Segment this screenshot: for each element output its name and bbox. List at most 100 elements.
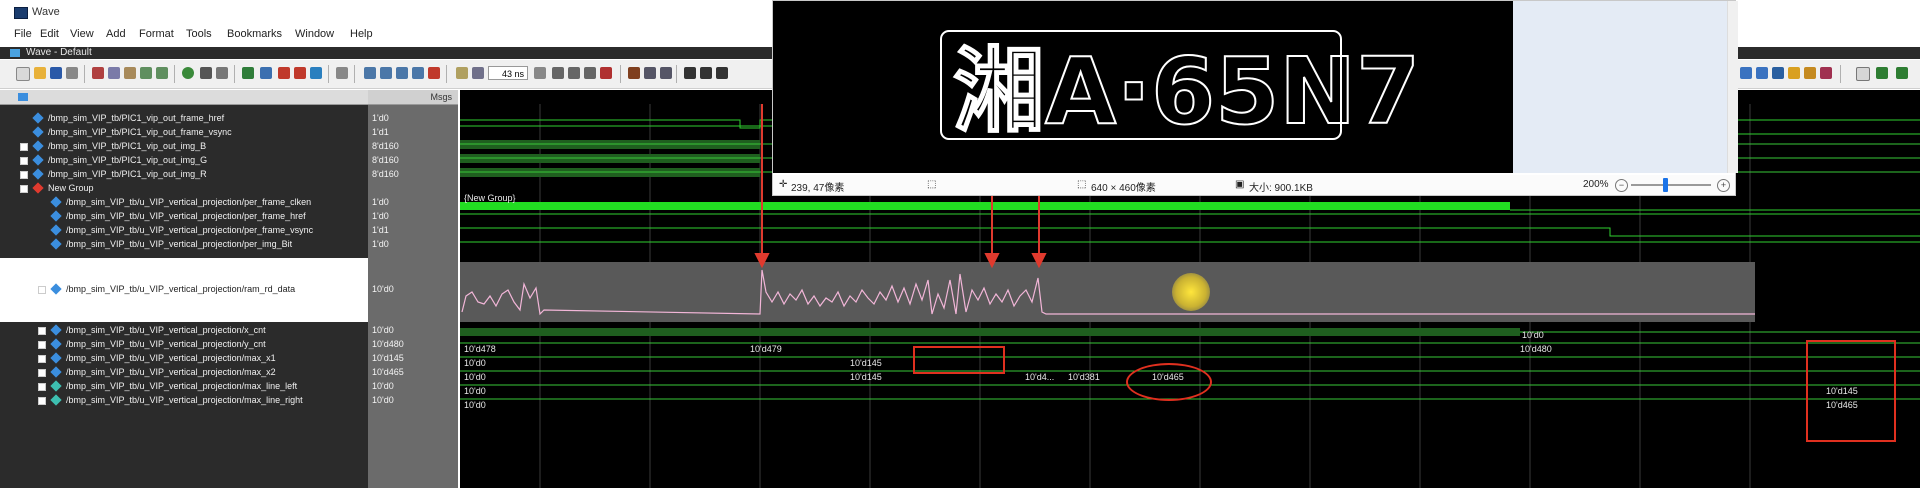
signal-value: 10'd465 [372, 367, 404, 377]
signal-row[interactable]: /bmp_sim_VIP_tb/PIC1_vip_out_frame_vsync [0, 126, 368, 140]
signal-row[interactable]: /bmp_sim_VIP_tb/u_VIP_vertical_projectio… [0, 366, 368, 380]
zoom-in-right-icon[interactable] [1756, 67, 1768, 79]
expand-icon[interactable] [20, 171, 28, 179]
zoom-last-icon[interactable] [1820, 67, 1832, 79]
break-icon[interactable] [428, 67, 440, 79]
print-icon[interactable] [66, 67, 78, 79]
copy-icon[interactable] [108, 67, 120, 79]
layout-2-icon[interactable] [568, 67, 580, 79]
signal-row[interactable]: /bmp_sim_VIP_tb/u_VIP_vertical_projectio… [0, 352, 368, 366]
max-x1-label: 10'd0 [464, 358, 486, 368]
bookmark-icon[interactable] [628, 67, 640, 79]
expand-icon[interactable] [38, 286, 46, 294]
expand-icon[interactable] [20, 157, 28, 165]
collapse-icon[interactable] [20, 185, 28, 193]
signal-name: /bmp_sim_VIP_tb/PIC1_vip_out_img_R [48, 169, 207, 179]
cursor-lock-icon[interactable] [1876, 67, 1888, 79]
hand-icon[interactable] [660, 67, 672, 79]
menu-add[interactable]: Add [106, 28, 126, 40]
zoom-slider-track[interactable] [1631, 184, 1711, 186]
expand-icon[interactable] [20, 143, 28, 151]
signal-row[interactable]: /bmp_sim_VIP_tb/u_VIP_vertical_projectio… [0, 324, 368, 338]
save-icon[interactable] [50, 67, 62, 79]
run-icon[interactable] [182, 67, 194, 79]
measure-icon[interactable] [716, 67, 728, 79]
zoom-slider-thumb[interactable] [1663, 178, 1668, 192]
max-x1-label: 10'd145 [850, 358, 882, 368]
select-icon[interactable] [684, 67, 696, 79]
spin-icon[interactable] [534, 67, 546, 79]
group-row[interactable]: New Group [0, 182, 368, 196]
viewer-scrollbar[interactable] [1727, 1, 1738, 173]
menu-window[interactable]: Window [295, 28, 334, 40]
zoom-out-icon[interactable] [396, 67, 408, 79]
up-arrow-icon[interactable] [278, 67, 290, 79]
format-icon[interactable] [216, 67, 228, 79]
image-viewer-window[interactable]: 湘A·65N7 ✛ 239, 47像素 ⬚ ⬚ 640 × 460像素 ▣ 大小… [772, 0, 1738, 196]
signal-row[interactable]: /bmp_sim_VIP_tb/PIC1_vip_out_img_B [0, 140, 368, 154]
new-icon[interactable] [16, 67, 30, 81]
signal-row[interactable]: /bmp_sim_VIP_tb/u_VIP_vertical_projectio… [0, 196, 368, 210]
layout-3-icon[interactable] [584, 67, 596, 79]
zoom-in-button[interactable]: + [1717, 179, 1730, 192]
expand-icon[interactable] [38, 397, 46, 405]
restart-icon[interactable] [456, 67, 468, 79]
menu-bookmarks[interactable]: Bookmarks [227, 28, 282, 40]
zoom-fit-icon[interactable] [1788, 67, 1800, 79]
stop-icon[interactable] [600, 67, 612, 79]
expand-icon[interactable] [38, 369, 46, 377]
left-arrow-icon[interactable] [294, 67, 306, 79]
signal-name: /bmp_sim_VIP_tb/u_VIP_vertical_projectio… [66, 239, 293, 249]
expand-icon[interactable] [38, 383, 46, 391]
signal-row[interactable]: /bmp_sim_VIP_tb/u_VIP_vertical_projectio… [0, 210, 368, 224]
filesize-icon: ▣ [1235, 179, 1245, 190]
signal-row[interactable]: /bmp_sim_VIP_tb/PIC1_vip_out_frame_href [0, 112, 368, 126]
max-x2-label: 10'd145 [850, 372, 882, 382]
signal-row-selected[interactable]: /bmp_sim_VIP_tb/u_VIP_vertical_projectio… [0, 283, 368, 297]
max-x2-label: 10'd0 [464, 372, 486, 382]
open-icon[interactable] [34, 67, 46, 79]
menu-format[interactable]: Format [139, 28, 174, 40]
signal-icon [50, 210, 62, 222]
menu-view[interactable]: View [70, 28, 94, 40]
menu-file[interactable]: File [14, 28, 32, 40]
step-icon[interactable] [336, 67, 348, 79]
zoom-out-button[interactable]: − [1615, 179, 1628, 192]
cursor-add-icon[interactable] [1856, 67, 1870, 81]
zoom-full-icon[interactable] [364, 67, 376, 79]
signal-name: /bmp_sim_VIP_tb/PIC1_vip_out_frame_href [48, 113, 225, 123]
paste-icon[interactable] [124, 67, 136, 79]
add-wave-icon[interactable] [242, 67, 254, 79]
zoom-in-icon[interactable] [380, 67, 392, 79]
signal-row[interactable]: /bmp_sim_VIP_tb/u_VIP_vertical_projectio… [0, 394, 368, 408]
menu-edit[interactable]: Edit [40, 28, 59, 40]
layout-1-icon[interactable] [552, 67, 564, 79]
expand-icon[interactable] [38, 341, 46, 349]
signal-row[interactable]: /bmp_sim_VIP_tb/u_VIP_vertical_projectio… [0, 238, 368, 252]
menu-help[interactable]: Help [350, 28, 373, 40]
expand-icon[interactable] [38, 327, 46, 335]
zoom-cursor-icon[interactable] [412, 67, 424, 79]
zoom-area-icon[interactable] [1740, 67, 1752, 79]
expand-icon[interactable] [38, 355, 46, 363]
find-icon[interactable] [200, 67, 212, 79]
cursor-delete-icon[interactable] [1896, 67, 1908, 79]
menu-tools[interactable]: Tools [186, 28, 212, 40]
zoom-out-right-icon[interactable] [1772, 67, 1784, 79]
signal-name: /bmp_sim_VIP_tb/u_VIP_vertical_projectio… [66, 381, 298, 391]
signal-row[interactable]: /bmp_sim_VIP_tb/PIC1_vip_out_img_R [0, 168, 368, 182]
signal-row[interactable]: /bmp_sim_VIP_tb/u_VIP_vertical_projectio… [0, 338, 368, 352]
undo-icon[interactable] [140, 67, 152, 79]
right-arrow-icon[interactable] [310, 67, 322, 79]
cut-icon[interactable] [92, 67, 104, 79]
edit-icon[interactable] [700, 67, 712, 79]
signal-row[interactable]: /bmp_sim_VIP_tb/u_VIP_vertical_projectio… [0, 380, 368, 394]
signal-row[interactable]: /bmp_sim_VIP_tb/u_VIP_vertical_projectio… [0, 224, 368, 238]
run-length-icon[interactable] [472, 67, 484, 79]
signal-row[interactable]: /bmp_sim_VIP_tb/PIC1_vip_out_img_G [0, 154, 368, 168]
insert-cursor-icon[interactable] [260, 67, 272, 79]
dataflow-icon[interactable] [644, 67, 656, 79]
run-length-field[interactable]: 43 ns [488, 66, 528, 80]
redo-icon[interactable] [156, 67, 168, 79]
zoom-cursor-right-icon[interactable] [1804, 67, 1816, 79]
